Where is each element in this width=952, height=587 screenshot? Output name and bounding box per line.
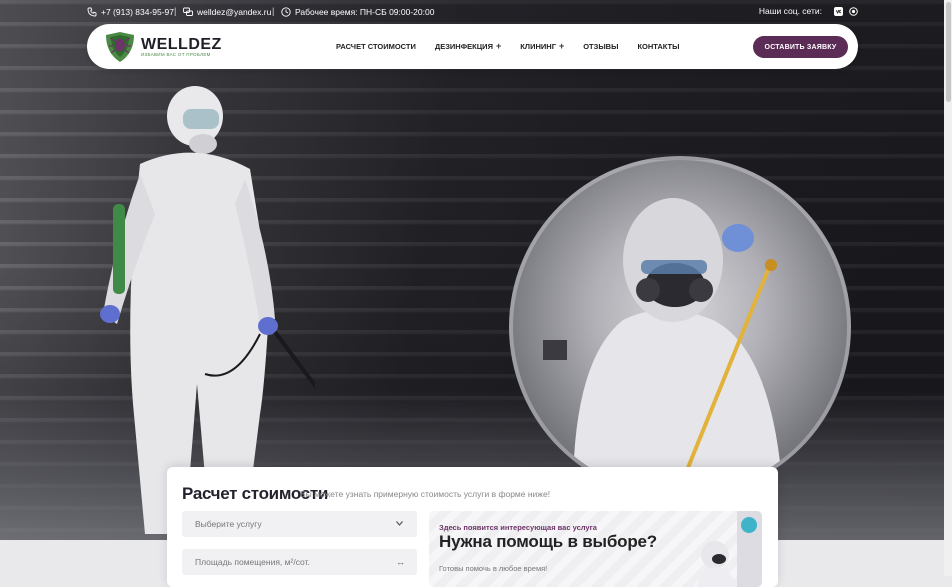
separator: | (174, 6, 177, 16)
plus-icon: + (558, 41, 565, 51)
menu-label: Клининг (520, 42, 556, 51)
menu-label: Дезинфекция (434, 42, 493, 51)
menu-item-pricing[interactable]: Расчет стоимости (336, 42, 416, 51)
hero-banner (0, 0, 944, 540)
menu-item-reviews[interactable]: Отзывы (583, 42, 618, 51)
logo-name: WELLDEZ (141, 36, 222, 53)
logo-tagline: ИЗБАВИМ ВАС ОТ ПРОБЛЕМ (141, 52, 211, 57)
menu-item-cleaning[interactable]: Клининг + (520, 41, 565, 52)
phone-icon (87, 7, 97, 17)
email-contact[interactable]: welldez@yandex.ru (183, 7, 271, 17)
help-title: Нужна помощь в выборе? (439, 532, 657, 551)
menu-label: Отзывы (583, 42, 619, 51)
clock-icon (281, 7, 291, 17)
service-select[interactable]: Выберите услугу (182, 511, 417, 537)
logo-text-group: WELLDEZ ИЗБАВИМ ВАС ОТ ПРОБЛЕМ (141, 36, 222, 58)
leave-request-button[interactable]: ОСТАВИТЬ ЗАЯВКУ (753, 36, 848, 58)
vk-icon[interactable] (834, 6, 843, 16)
help-label: Здесь появится интересующая вас услуга (439, 523, 597, 532)
hours-text: Рабочее время: ПН-СБ 09:00-20:00 (295, 7, 435, 17)
bug-shield-icon (106, 32, 134, 62)
separator: | (272, 6, 275, 16)
service-select-value: Выберите услугу (195, 519, 262, 529)
working-hours: Рабочее время: ПН-СБ 09:00-20:00 (281, 7, 434, 17)
chevron-down-icon (396, 521, 403, 526)
area-input[interactable]: Площадь помещения, м²/сот. ↔ (182, 549, 417, 575)
top-info-bar: +7 (913) 834-95-97 | welldez@yandex.ru |… (0, 0, 944, 24)
social-links: Наши соц. сети: (759, 6, 858, 16)
social-label: Наши соц. сети: (758, 6, 822, 16)
menu-item-disinfection[interactable]: Дезинфекция + (434, 41, 502, 52)
area-placeholder: Площадь помещения, м²/сот. (195, 557, 310, 567)
email-address[interactable]: welldez@yandex.ru (197, 7, 271, 17)
specialist-photo (509, 156, 851, 498)
logo[interactable]: WELLDEZ ИЗБАВИМ ВАС ОТ ПРОБЛЕМ (103, 31, 222, 63)
main-navbar: WELLDEZ ИЗБАВИМ ВАС ОТ ПРОБЛЕМ Расчет ст… (87, 24, 858, 69)
menu-label: Расчет стоимости (336, 42, 416, 51)
main-menu: Расчет стоимости Дезинфекция + Клининг + О… (336, 24, 698, 69)
help-note: Готовы помочь в любое время! (439, 564, 548, 573)
menu-label: Контакты (637, 42, 680, 51)
chat-icon (183, 7, 193, 16)
plus-icon: + (495, 41, 502, 51)
resize-arrows-icon: ↔ (396, 557, 405, 567)
page-scrollbar[interactable] (944, 0, 952, 576)
cost-calculator-panel: Расчет стоимости Вы можете узнать пример… (167, 467, 778, 587)
whatsapp-icon[interactable] (849, 6, 858, 16)
calculator-subtitle: Вы можете узнать примерную стоимость усл… (300, 489, 551, 499)
scrollbar-thumb[interactable] (946, 2, 951, 102)
phone-number[interactable]: +7 (913) 834-95-97 (101, 7, 174, 17)
menu-item-contacts[interactable]: Контакты (637, 42, 679, 51)
phone-contact[interactable]: +7 (913) 834-95-97 (87, 7, 174, 17)
